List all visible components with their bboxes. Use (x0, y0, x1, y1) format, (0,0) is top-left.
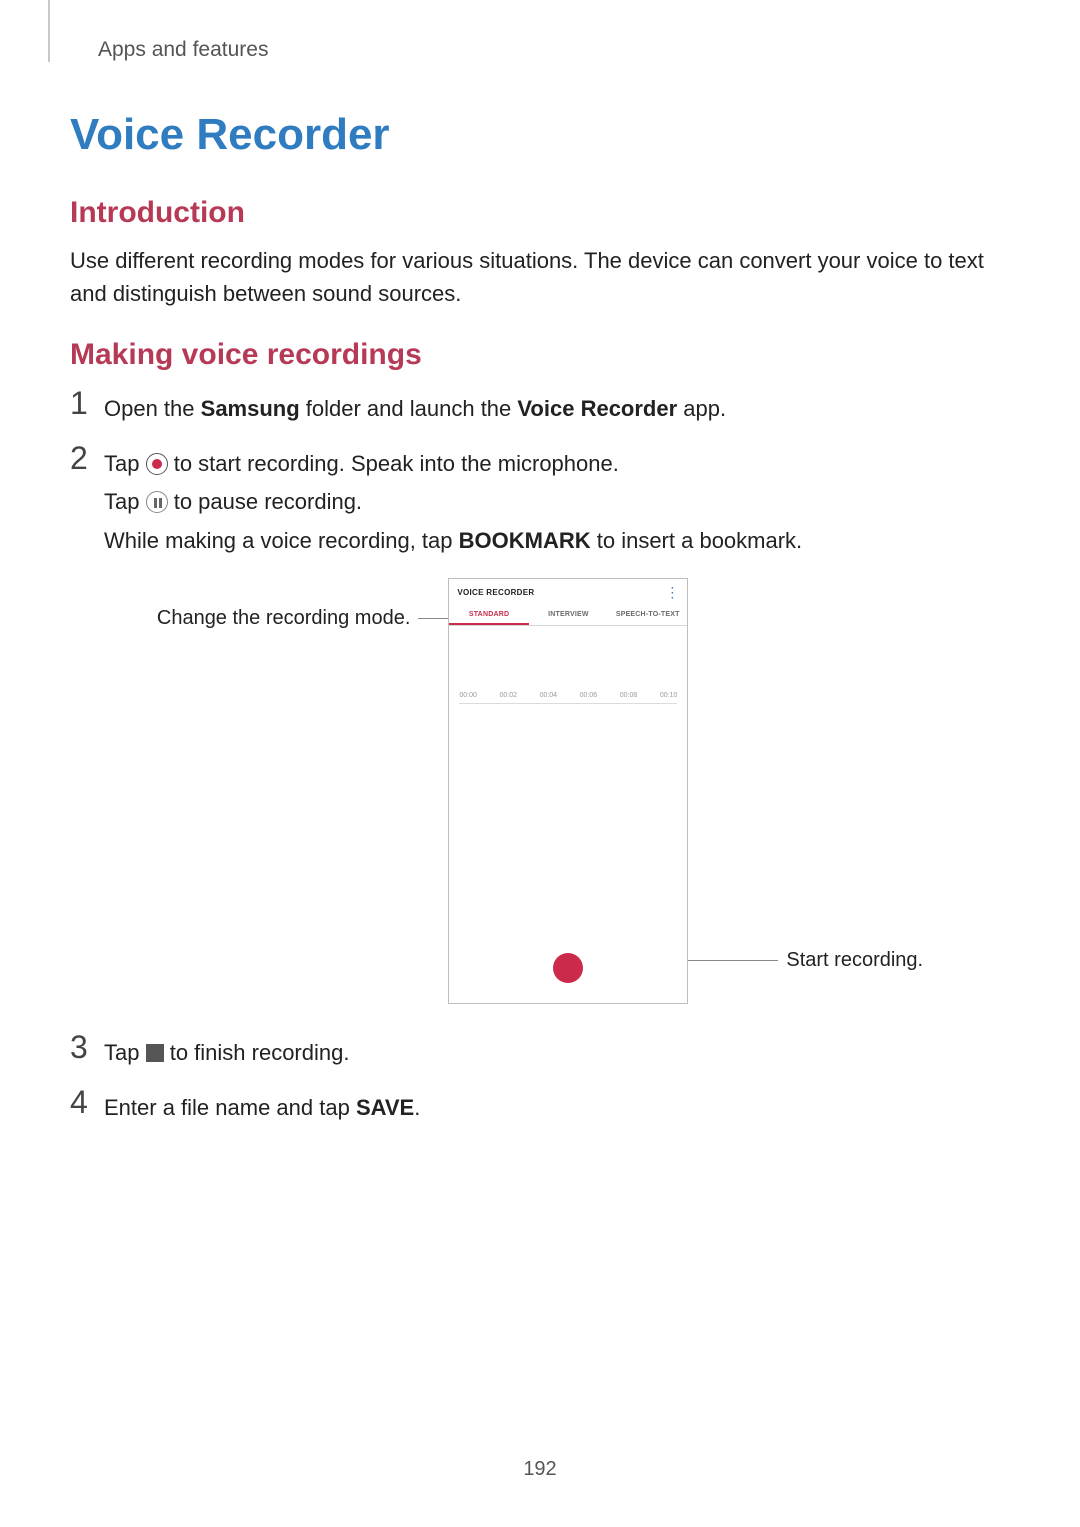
text: to finish recording. (164, 1040, 350, 1065)
callout-text: Change the recording mode. (157, 607, 411, 629)
text: While making a voice recording, tap (104, 528, 459, 553)
bold-text: SAVE (356, 1095, 414, 1120)
tab-standard[interactable]: STANDARD (449, 605, 528, 625)
page-number: 192 (0, 1458, 1080, 1481)
tab-interview[interactable]: INTERVIEW (529, 605, 608, 625)
text: to insert a bookmark. (591, 528, 803, 553)
record-button[interactable] (553, 953, 583, 983)
step-number: 4 (70, 1085, 104, 1120)
text: Tap (104, 1040, 146, 1065)
page-edge-rule (48, 0, 50, 62)
bold-text: Voice Recorder (517, 396, 677, 421)
section-heading-making: Making voice recordings (70, 338, 1010, 372)
step-number: 2 (70, 441, 104, 476)
text: folder and launch the (300, 396, 518, 421)
breadcrumb: Apps and features (98, 38, 1010, 62)
more-menu-icon[interactable]: ⋮ (665, 585, 679, 599)
text: Open the (104, 396, 201, 421)
step-number: 1 (70, 386, 104, 421)
intro-paragraph: Use different recording modes for variou… (70, 244, 1010, 310)
page-content: Apps and features Voice Recorder Introdu… (0, 0, 1080, 1127)
callout-start-recording: Start recording. (688, 949, 923, 972)
text: Tap (104, 451, 146, 476)
text: . (414, 1095, 420, 1120)
stop-icon (146, 1044, 164, 1062)
text: to pause recording. (168, 489, 362, 514)
app-header: VOICE RECORDER ⋮ (449, 579, 687, 605)
step-body: Open the Samsung folder and launch the V… (104, 386, 726, 429)
page-title: Voice Recorder (70, 110, 1010, 160)
timeline-axis (459, 703, 677, 723)
tab-speech-to-text[interactable]: SPEECH-TO-TEXT (608, 605, 687, 625)
tick-label: 00:08 (620, 692, 638, 699)
callout-leader-line (418, 618, 448, 619)
callout-change-mode: Change the recording mode. (157, 607, 449, 630)
step-3: 3 Tap to finish recording. (70, 1030, 1010, 1073)
tick-label: 00:02 (499, 692, 517, 699)
bold-text: BOOKMARK (459, 528, 591, 553)
text: Enter a file name and tap (104, 1095, 356, 1120)
bold-text: Samsung (201, 396, 300, 421)
callout-text: Start recording. (786, 949, 923, 971)
app-screenshot: VOICE RECORDER ⋮ STANDARD INTERVIEW SPEE… (448, 578, 688, 1004)
step-2: 2 Tap to start recording. Speak into the… (70, 441, 1010, 561)
section-heading-introduction: Introduction (70, 196, 1010, 230)
step-body: Tap to finish recording. (104, 1030, 349, 1073)
screenshot-figure: Change the recording mode. VOICE RECORDE… (70, 578, 1010, 1004)
tick-label: 00:10 (660, 692, 678, 699)
app-title: VOICE RECORDER (457, 588, 534, 597)
step-4: 4 Enter a file name and tap SAVE. (70, 1085, 1010, 1128)
steps-list: 1 Open the Samsung folder and launch the… (70, 386, 1010, 1127)
step-1: 1 Open the Samsung folder and launch the… (70, 386, 1010, 429)
text: to start recording. Speak into the micro… (168, 451, 619, 476)
text: Tap (104, 489, 146, 514)
tick-label: 00:06 (580, 692, 598, 699)
step-body: Enter a file name and tap SAVE. (104, 1085, 420, 1128)
text: app. (677, 396, 726, 421)
tick-label: 00:00 (459, 692, 477, 699)
tick-label: 00:04 (540, 692, 558, 699)
step-body: Tap to start recording. Speak into the m… (104, 441, 802, 561)
timeline-ticks: 00:00 00:02 00:04 00:06 00:08 00:10 (449, 626, 687, 699)
step-number: 3 (70, 1030, 104, 1065)
pause-icon (146, 491, 168, 513)
callout-leader-line (688, 960, 778, 961)
mode-tabs: STANDARD INTERVIEW SPEECH-TO-TEXT (449, 605, 687, 626)
record-icon (146, 453, 168, 475)
